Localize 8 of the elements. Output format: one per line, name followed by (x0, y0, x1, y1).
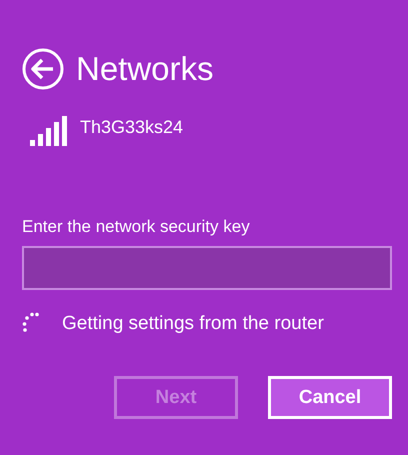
signal-icon (30, 116, 68, 146)
network-name: Th3G33ks24 (80, 116, 184, 138)
cancel-button[interactable]: Cancel (268, 376, 392, 419)
security-key-field[interactable] (22, 246, 392, 290)
status-text: Getting settings from the router (62, 312, 324, 336)
back-icon[interactable] (22, 48, 64, 90)
page-title: Networks (76, 49, 214, 89)
field-label: Enter the network security key (22, 216, 251, 238)
